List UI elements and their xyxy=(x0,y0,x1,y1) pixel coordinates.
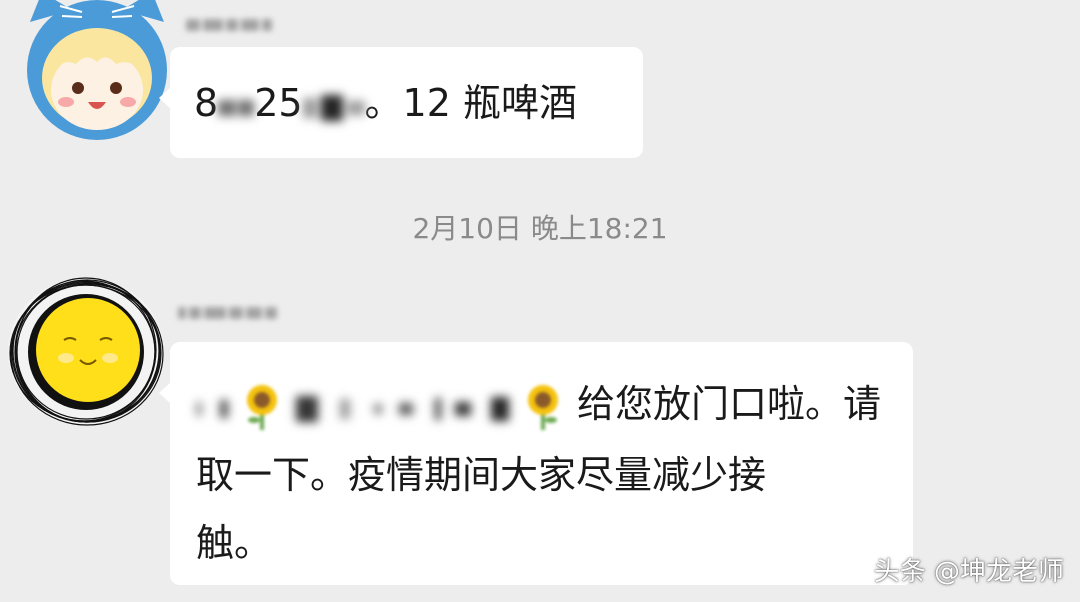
message-text-line2: 取一下。疫情期间大家尽量减少接 xyxy=(196,452,767,497)
sender-name-blurred xyxy=(186,10,286,40)
redacted-text xyxy=(296,373,509,441)
contact-avatar-sun[interactable] xyxy=(4,274,169,429)
sunflower-icon xyxy=(521,382,565,432)
chat-timestamp: 2月10日 晚上18:21 xyxy=(412,212,668,245)
message-text-end: 。12 瓶啤酒 xyxy=(364,81,577,125)
message-text-mid: 25 xyxy=(254,81,303,125)
redacted-text xyxy=(196,373,229,441)
sunflower-icon xyxy=(240,382,284,432)
message-line: 给您放门口啦。请 xyxy=(196,370,893,441)
message-bubble[interactable]: 8 25 。12 瓶啤酒 xyxy=(159,47,643,158)
cat-hood-girl-icon xyxy=(27,0,167,140)
message-text-line1: 给您放门口啦。请 xyxy=(577,382,882,426)
watermark: 头条 @坤龙老师 xyxy=(873,557,1064,587)
message-text-line3: 触。 xyxy=(196,520,273,565)
message-bubble[interactable]: 给您放门口啦。请 取一下。疫情期间大家尽量减少接 触。 xyxy=(159,342,913,585)
contact-avatar-cat[interactable] xyxy=(20,0,174,142)
sender-name-blurred xyxy=(178,298,302,328)
redacted-text xyxy=(218,83,255,129)
sun-face-icon xyxy=(8,277,164,426)
message-text-start: 8 xyxy=(194,81,219,125)
redacted-text xyxy=(302,83,365,129)
